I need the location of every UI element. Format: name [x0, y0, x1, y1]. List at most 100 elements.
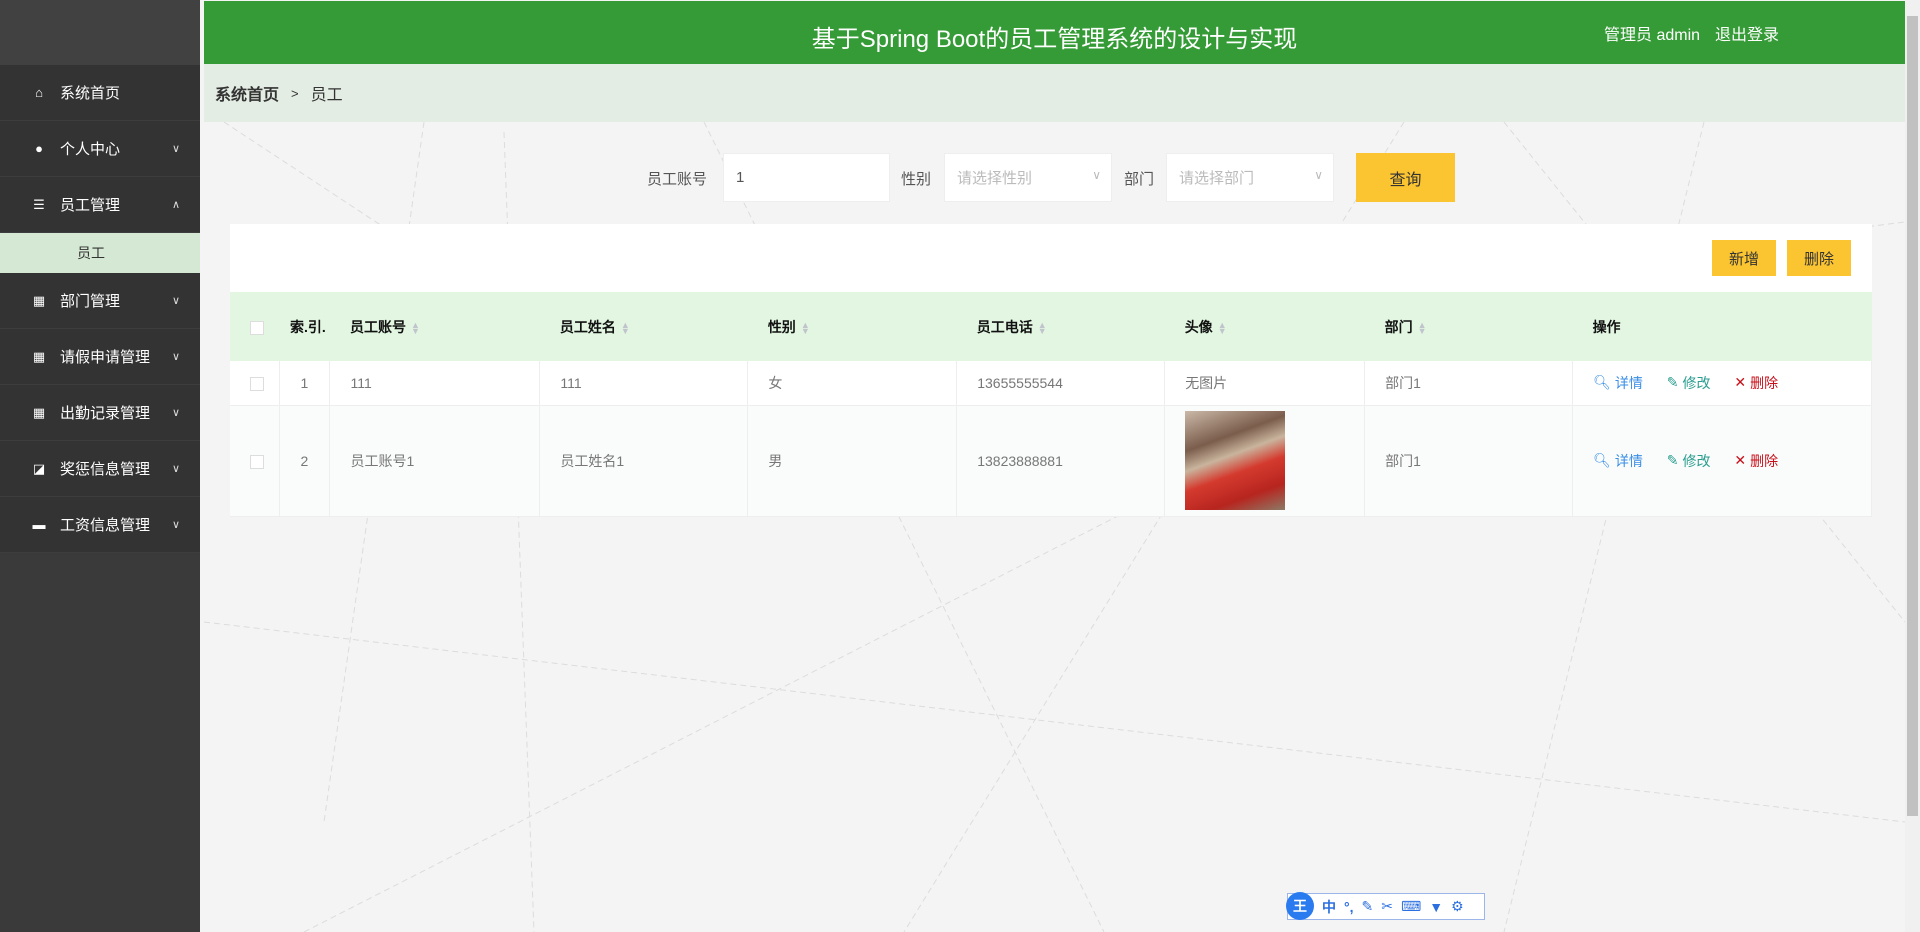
detail-label: 详情: [1614, 452, 1643, 469]
gender-placeholder: 请选择性别: [957, 170, 1033, 187]
list-icon: ☰: [33, 196, 45, 212]
cell-name: 111: [539, 361, 749, 406]
row-checkbox[interactable]: [250, 454, 264, 469]
cell-gender: 男: [747, 405, 958, 517]
breadcrumb-separator: >: [291, 85, 299, 101]
sort-icon[interactable]: ▲ ▼: [621, 320, 630, 335]
punctuation-icon[interactable]: °,: [1344, 899, 1354, 915]
header-label: 头像: [1184, 318, 1213, 335]
cell-index: 2: [279, 405, 331, 517]
dept-placeholder: 请选择部门: [1179, 170, 1255, 187]
cell-phone: 13655555544: [956, 361, 1166, 406]
pen-icon[interactable]: ✎: [1362, 898, 1374, 915]
header-name[interactable]: 员工姓名 ▲ ▼: [539, 292, 748, 361]
monitor-icon: ▬: [32, 517, 46, 532]
edit-icon: ✎: [1666, 452, 1679, 468]
ime-toolbar: 王 中 °, ✎ ✂ ⌨ ▼ ⚙: [1286, 892, 1485, 920]
header-account[interactable]: 员工账号 ▲ ▼: [329, 292, 540, 361]
row-checkbox[interactable]: [250, 376, 264, 391]
chevron-down-icon: ∨: [171, 143, 180, 155]
select-all-checkbox[interactable]: [250, 320, 264, 335]
sidebar-item-profile[interactable]: ● 个人中心 ∨: [0, 121, 200, 177]
sidebar-item-reward[interactable]: ◪ 奖惩信息管理 ∨: [0, 441, 200, 497]
cell-avatar: [1164, 405, 1366, 517]
detail-button[interactable]: 🔍︎ 详情: [1593, 373, 1643, 393]
sort-icon[interactable]: ▲ ▼: [1038, 320, 1047, 335]
breadcrumb-current: 员工: [310, 87, 343, 104]
search-icon: 🔍︎: [1593, 374, 1611, 391]
menu-label: 工资信息管理: [60, 517, 151, 534]
chevron-down-icon: ∨: [171, 519, 180, 531]
sort-icon[interactable]: ▲ ▼: [801, 320, 810, 335]
sidebar: ⌂ 系统首页 ● 个人中心 ∨ ☰ 员工管理 ∧ 员工 ▦ 部门管理 ∨ ▦ 请假申请管理 ∨ ▦…: [0, 0, 200, 932]
edit-button[interactable]: ✎ 修改: [1667, 451, 1711, 471]
edit-label: 修改: [1682, 374, 1711, 391]
table-row: 1 111 111 女 13655555544 无图片 部门1 🔍︎ 详情 ✎ 修改…: [230, 361, 1872, 406]
sidebar-item-home[interactable]: ⌂ 系统首页: [0, 65, 200, 121]
sidebar-item-attendance[interactable]: ▦ 出勤记录管理 ∨: [0, 385, 200, 441]
breadcrumb: 系统首页 > 员工: [204, 64, 1905, 122]
sidebar-item-salary[interactable]: ▬ 工资信息管理 ∨: [0, 497, 200, 553]
row-delete-button[interactable]: ✕ 删除: [1734, 373, 1778, 393]
breadcrumb-home[interactable]: 系统首页: [215, 81, 279, 105]
sidebar-subitem-employee[interactable]: 员工: [0, 233, 200, 273]
ime-mode[interactable]: 中: [1322, 897, 1336, 917]
employee-table: 索.引. 员工账号 ▲ ▼ 员工姓名 ▲ ▼ 性别 ▲ ▼ 员工电话 ▲ ▼ 头像 ▲ ▼ 部门 ▲ ▼…: [230, 292, 1872, 517]
menu-label: 员工管理: [60, 197, 121, 214]
close-icon: ✕: [1734, 374, 1747, 391]
keyboard-icon[interactable]: ⌨: [1401, 898, 1421, 915]
chart-icon: ◪: [32, 460, 46, 476]
ime-logo[interactable]: 王: [1286, 892, 1314, 920]
skin-icon[interactable]: ▼: [1429, 899, 1443, 915]
cell-account: 111: [329, 361, 541, 406]
delete-button[interactable]: 删除: [1787, 240, 1851, 276]
sort-icon[interactable]: ▲ ▼: [411, 320, 420, 335]
query-button[interactable]: 查询: [1356, 153, 1455, 202]
scissors-icon[interactable]: ✂: [1381, 898, 1393, 915]
gender-label: 性别: [901, 171, 932, 188]
close-icon: ✕: [1734, 452, 1747, 468]
search-icon: 🔍︎: [1593, 452, 1611, 468]
top-header: 基于Spring Boot的员工管理系统的设计与实现 管理员 admin 退出登…: [204, 1, 1905, 64]
cell-name: 员工姓名1: [539, 405, 749, 517]
header-phone[interactable]: 员工电话 ▲ ▼: [956, 292, 1165, 361]
header-avatar[interactable]: 头像 ▲ ▼: [1164, 292, 1365, 361]
cell-index: 1: [279, 361, 331, 406]
cell-actions: 🔍︎ 详情 ✎ 修改 ✕ 删除: [1572, 361, 1872, 406]
cell-dept: 部门1: [1364, 361, 1574, 406]
header-gender[interactable]: 性别 ▲ ▼: [747, 292, 957, 361]
sidebar-logo-area: [0, 0, 200, 65]
table-header-row: 索.引. 员工账号 ▲ ▼ 员工姓名 ▲ ▼ 性别 ▲ ▼ 员工电话 ▲ ▼ 头像 ▲ ▼ 部门 ▲ ▼…: [230, 292, 1872, 361]
cell-dept: 部门1: [1364, 405, 1574, 517]
gender-select[interactable]: 请选择性别 ∨: [944, 153, 1112, 202]
account-label: 员工账号: [647, 171, 708, 188]
grid-icon: ▦: [32, 292, 46, 308]
menu-label: 奖惩信息管理: [60, 461, 151, 478]
dept-select[interactable]: 请选择部门 ∨: [1166, 153, 1334, 202]
menu-label: 部门管理: [60, 293, 121, 310]
avatar-image[interactable]: [1185, 411, 1286, 510]
header-label: 员工姓名: [559, 318, 616, 335]
sort-icon[interactable]: ▲ ▼: [1218, 320, 1227, 335]
header-actions: 操作: [1572, 292, 1872, 361]
header-dept[interactable]: 部门 ▲ ▼: [1364, 292, 1573, 361]
scrollbar-thumb[interactable]: [1907, 16, 1918, 816]
delete-label: 删除: [1750, 452, 1779, 469]
sidebar-item-department[interactable]: ▦ 部门管理 ∨: [0, 273, 200, 329]
cell-actions: 🔍︎ 详情 ✎ 修改 ✕ 删除: [1572, 405, 1872, 517]
cell-phone: 13823888881: [956, 405, 1166, 517]
edit-button[interactable]: ✎ 修改: [1667, 373, 1711, 393]
add-button[interactable]: 新增: [1712, 240, 1776, 276]
row-delete-button[interactable]: ✕ 删除: [1734, 451, 1778, 471]
sidebar-item-employee[interactable]: ☰ 员工管理 ∧: [0, 177, 200, 233]
menu-label: 请假申请管理: [60, 349, 151, 366]
gear-icon[interactable]: ⚙: [1451, 898, 1464, 915]
chevron-down-icon: ∨: [1314, 168, 1323, 182]
page-scrollbar[interactable]: [1905, 0, 1920, 932]
user-icon: ●: [35, 141, 43, 156]
logout-link[interactable]: 退出登录: [1715, 21, 1779, 45]
detail-button[interactable]: 🔍︎ 详情: [1593, 451, 1643, 471]
sidebar-item-leave[interactable]: ▦ 请假申请管理 ∨: [0, 329, 200, 385]
account-input[interactable]: 1: [723, 153, 890, 202]
sort-icon[interactable]: ▲ ▼: [1418, 320, 1427, 335]
